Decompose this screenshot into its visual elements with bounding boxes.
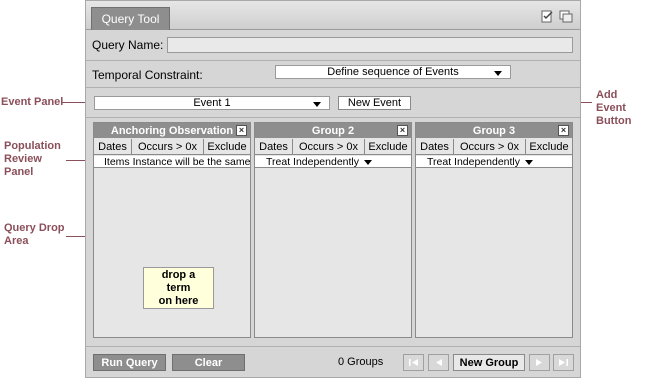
run-query-button[interactable]: Run Query [93,354,166,371]
population-review-dropdown[interactable]: Treat Independently [255,156,411,168]
population-review-dropdown[interactable]: Items Instance will be the same [94,156,250,168]
first-page-icon[interactable] [403,354,424,371]
annotation-query-drop-area: Query Drop Area [4,222,65,248]
group-panel-2: Group 2 × Dates Occurs > 0x Exclude Trea… [254,122,412,338]
group-panel-3: Group 3 × Dates Occurs > 0x Exclude Trea… [415,122,573,338]
chevron-down-icon [364,159,373,165]
population-review-value: Treat Independently [266,156,360,168]
divider [86,117,580,118]
edit-icon[interactable] [541,10,554,23]
group-button-row: Dates Occurs > 0x Exclude [94,139,250,155]
temporal-constraint-dropdown[interactable]: Define sequence of Events [275,65,511,79]
occurs-button[interactable]: Occurs > 0x [293,139,365,155]
exclude-button[interactable]: Exclude [526,139,572,155]
next-page-icon[interactable] [529,354,550,371]
annotation-line-text: Panel [4,166,34,178]
drop-hint-line: term [166,282,191,294]
group-title: Group 3 [416,123,572,138]
group-title: Anchoring Observation [94,123,250,138]
drop-hint: drop a term on here [143,267,214,309]
population-review-dropdown[interactable]: Treat Independently [416,156,572,168]
dates-button[interactable]: Dates [94,139,132,155]
divider [86,87,580,88]
group-panel-anchoring: Anchoring Observation × Dates Occurs > 0… [93,122,251,338]
chevron-down-icon [313,102,321,107]
exclude-button[interactable]: Exclude [204,139,250,155]
group-button-row: Dates Occurs > 0x Exclude [416,139,572,155]
clear-button[interactable]: Clear [172,354,245,371]
dates-button[interactable]: Dates [255,139,293,155]
divider [86,60,580,61]
group-title: Group 2 [255,123,411,138]
last-page-icon[interactable] [553,354,574,371]
annotation-line-text: Query Drop [4,222,65,234]
footer-bar: Run Query Clear 0 Groups New Group [86,346,580,377]
close-icon[interactable]: × [236,125,247,136]
chevron-down-icon [494,71,502,76]
group-button-row: Dates Occurs > 0x Exclude [255,139,411,155]
annotation-line-text: Area [4,235,29,247]
chevron-down-icon [525,159,534,165]
event-value: Event 1 [193,97,231,109]
annotation-line-text: Review [4,153,42,165]
annotation-event-panel: Event Panel [1,96,64,108]
copy-icon[interactable] [559,10,573,23]
new-event-button[interactable]: New Event [338,96,411,110]
prev-page-icon[interactable] [428,354,449,371]
drop-hint-line: on here [158,295,199,307]
dates-button[interactable]: Dates [416,139,454,155]
query-drop-area[interactable]: drop a term on here [94,169,250,337]
query-name-input[interactable] [167,37,573,53]
query-tool-window: Query Tool Query Name: Temporal Constrai… [85,0,581,378]
event-dropdown[interactable]: Event 1 [94,96,330,110]
annotation-line-text: Population [4,140,61,152]
query-name-label: Query Name: [92,38,164,52]
population-review-value: Treat Independently [427,156,521,168]
annotation-add-event-button: Add Event Button [596,89,649,128]
temporal-constraint-label: Temporal Constraint: [92,68,203,82]
close-icon[interactable]: × [558,125,569,136]
annotation-line-text: Add Event [596,89,626,114]
query-drop-area[interactable] [416,169,572,337]
occurs-button[interactable]: Occurs > 0x [132,139,204,155]
temporal-constraint-value: Define sequence of Events [327,66,459,78]
close-icon[interactable]: × [397,125,408,136]
annotation-line-text: Button [596,115,632,127]
title-bar: Query Tool [86,1,580,30]
new-group-button[interactable]: New Group [453,354,525,371]
tab-query-tool[interactable]: Query Tool [91,7,170,30]
population-review-value: Items Instance will be the same [104,156,250,168]
drop-hint-line: drop a [161,269,196,281]
group-count: 0 Groups [338,356,384,368]
occurs-button[interactable]: Occurs > 0x [454,139,526,155]
annotation-population-review-panel: Population Review Panel [4,140,61,179]
query-drop-area[interactable] [255,169,411,337]
exclude-button[interactable]: Exclude [365,139,411,155]
